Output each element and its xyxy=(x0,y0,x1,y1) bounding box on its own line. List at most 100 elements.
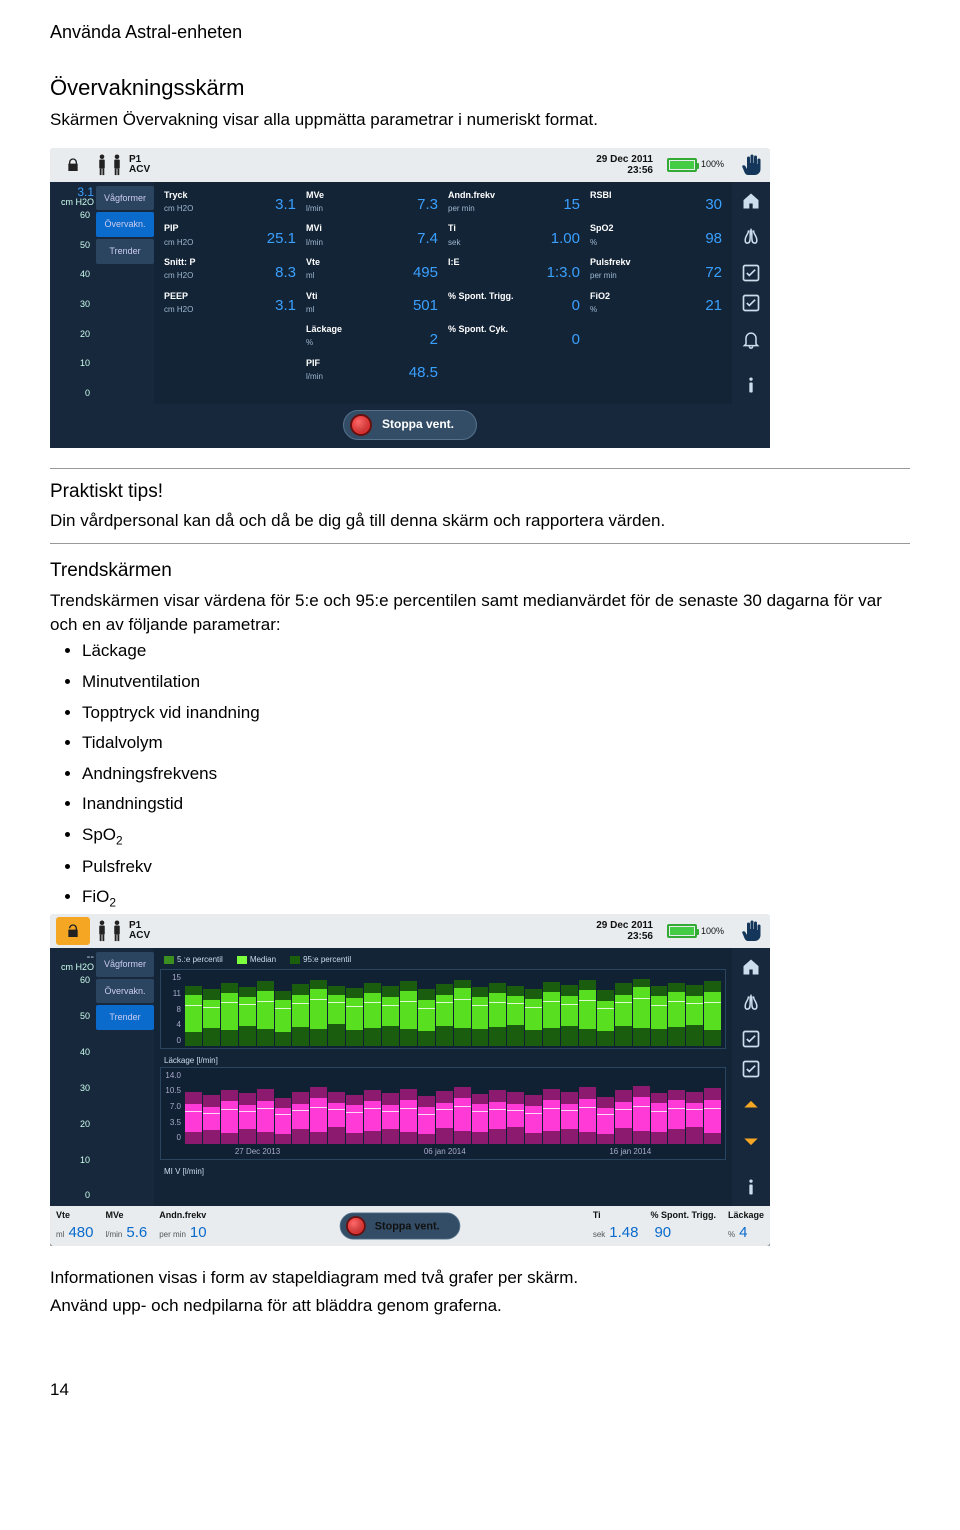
right-icon-rail-2 xyxy=(732,948,770,1206)
parameter-cell: Vtiml501 xyxy=(302,287,442,319)
stop-indicator-icon-2 xyxy=(346,1216,366,1236)
readout-cell: % Spont. Trigg.90 xyxy=(644,1207,722,1245)
lungs-icon-2[interactable] xyxy=(738,990,764,1016)
stop-vent-button-2[interactable]: Stoppa vent. xyxy=(339,1213,460,1240)
home-icon[interactable] xyxy=(738,188,764,214)
tab-waveforms[interactable]: Vågformer xyxy=(96,186,154,211)
battery-percent-2: 100% xyxy=(701,925,724,938)
trend-chart-bottom: 14.010.57.03.50 27 Dec 201306 jan 201416… xyxy=(160,1067,726,1160)
parameter-cell: I:E1:3.0 xyxy=(444,253,584,285)
up-arrow-icon[interactable] xyxy=(738,1092,764,1118)
parameter-list: LäckageMinutventilationTopptryck vid ina… xyxy=(50,636,910,914)
info-icon[interactable] xyxy=(738,372,764,398)
down-arrow-icon[interactable] xyxy=(738,1128,764,1154)
parameter-cell: Pulsfrekvper min72 xyxy=(586,253,726,285)
trend-body: Trendskärmen visar värdena för 5:e och 9… xyxy=(50,589,910,637)
device-topbar: P1 ACV 29 Dec 2011 23:56 100% xyxy=(50,148,770,182)
intro-paragraph: Skärmen Övervakning visar alla uppmätta … xyxy=(50,108,910,132)
bell-icon[interactable] xyxy=(738,326,764,352)
checkbox-2-icon[interactable] xyxy=(738,290,764,316)
list-item: SpO2 xyxy=(82,820,910,852)
tab-waveforms-2[interactable]: Vågformer xyxy=(96,952,154,977)
parameter-cell: Tisek1.00 xyxy=(444,219,584,251)
chart-legend: 5.:e percentil Median 95:e percentil xyxy=(160,952,726,969)
list-item: Inandningstid xyxy=(82,789,910,820)
device-trends-screenshot: P1 ACV 29 Dec 2011 23:56 100% -- cm H2O … xyxy=(50,914,770,1246)
readout-cell: Läckage%4 xyxy=(722,1207,770,1245)
list-item: Minutventilation xyxy=(82,667,910,698)
pressure-yaxis-2: -- cm H2O 6050403020100 xyxy=(50,948,96,1206)
trend-heading: Trendskärmen xyxy=(50,558,910,585)
datetime-display: 29 Dec 2011 23:56 xyxy=(596,154,653,176)
right-icon-rail xyxy=(732,182,770,404)
home-icon-2[interactable] xyxy=(738,954,764,980)
parameter-cell xyxy=(444,354,584,386)
info-icon-2[interactable] xyxy=(738,1174,764,1200)
checkbox-2-icon-2[interactable] xyxy=(738,1056,764,1082)
battery-icon xyxy=(667,158,697,172)
stop-indicator-icon xyxy=(350,414,372,436)
tab-trends[interactable]: Trender xyxy=(96,239,154,264)
parameter-grid: Tryckcm H2O3.1MVel/min7.3Andn.frekvper m… xyxy=(154,182,732,404)
parameter-cell: MVil/min7.4 xyxy=(302,219,442,251)
parameter-cell: Vteml495 xyxy=(302,253,442,285)
tab-trends-2[interactable]: Trender xyxy=(96,1005,154,1030)
parameter-cell: % Spont. Cyk.0 xyxy=(444,320,584,352)
page-number: 14 xyxy=(50,1378,910,1402)
list-item: FiO2 xyxy=(82,882,910,914)
after-chart-p2: Använd upp- och nedpilarna för att blädd… xyxy=(50,1294,910,1318)
page-header: Använda Astral-enheten xyxy=(50,20,910,45)
pressure-yaxis: 3.1 cm H2O 6050403020100 xyxy=(50,182,96,404)
parameter-cell: Snitt: Pcm H2O8.3 xyxy=(160,253,300,285)
after-chart-p1: Informationen visas i form av stapeldiag… xyxy=(50,1266,910,1290)
readout-cell: MVel/min5.6 xyxy=(99,1207,153,1245)
tips-body: Din vårdpersonal kan då och då be dig gå… xyxy=(50,509,910,533)
parameter-cell: MVel/min7.3 xyxy=(302,186,442,218)
parameter-cell: Tryckcm H2O3.1 xyxy=(160,186,300,218)
unlock-icon[interactable] xyxy=(56,917,90,945)
parameter-cell: % Spont. Trigg.0 xyxy=(444,287,584,319)
device-topbar-2: P1 ACV 29 Dec 2011 23:56 100% xyxy=(50,914,770,948)
list-item: Andningsfrekvens xyxy=(82,759,910,790)
hand-icon-2[interactable] xyxy=(740,919,764,943)
parameter-cell xyxy=(160,354,300,386)
tab-monitor[interactable]: Övervakn. xyxy=(96,212,154,237)
chart2-title: Läckage [l/min] xyxy=(160,1053,726,1066)
list-item: Pulsfrekv xyxy=(82,852,910,883)
tab-monitor-2[interactable]: Övervakn. xyxy=(96,979,154,1004)
lock-icon[interactable] xyxy=(56,151,90,179)
parameter-cell: PEEPcm H2O3.1 xyxy=(160,287,300,319)
chart3-title: MI V [l/min] xyxy=(160,1164,726,1177)
list-item: Topptryck vid inandning xyxy=(82,698,910,729)
device-monitor-screenshot: P1 ACV 29 Dec 2011 23:56 100% 3.1 cm H2O… xyxy=(50,148,770,448)
stop-vent-button[interactable]: Stoppa vent. xyxy=(343,410,477,440)
readout-cell: Andn.frekvper min10 xyxy=(153,1207,212,1245)
hand-icon[interactable] xyxy=(740,153,764,177)
parameter-cell: PIFl/min48.5 xyxy=(302,354,442,386)
program-label-2: P1 ACV xyxy=(129,921,150,941)
view-tabs-2: Vågformer Övervakn. Trender xyxy=(96,948,154,1206)
parameter-cell: SpO2%98 xyxy=(586,219,726,251)
parameter-cell xyxy=(160,320,300,352)
readout-cell: Tisek1.48 xyxy=(587,1207,645,1245)
parameter-cell: FiO2%21 xyxy=(586,287,726,319)
parameter-cell: RSBI30 xyxy=(586,186,726,218)
view-tabs: Vågformer Övervakn. Trender xyxy=(96,182,154,404)
battery-percent: 100% xyxy=(701,158,724,171)
battery-icon-2 xyxy=(667,924,697,938)
checkbox-1-icon[interactable] xyxy=(738,260,764,286)
checkbox-1-icon-2[interactable] xyxy=(738,1026,764,1052)
parameter-cell: Andn.frekvper min15 xyxy=(444,186,584,218)
patient-icon xyxy=(96,154,123,176)
patient-icon-2 xyxy=(96,920,123,942)
program-label: P1 ACV xyxy=(129,155,150,175)
trend-charts-panel: 5.:e percentil Median 95:e percentil 151… xyxy=(154,948,732,1206)
parameter-cell xyxy=(586,320,726,352)
lungs-icon[interactable] xyxy=(738,224,764,250)
parameter-cell: Läckage%2 xyxy=(302,320,442,352)
list-item: Tidalvolym xyxy=(82,728,910,759)
parameter-cell xyxy=(586,354,726,386)
bottom-readout-bar: Vteml480MVel/min5.6Andn.frekvper min10St… xyxy=(50,1206,770,1246)
datetime-display-2: 29 Dec 2011 23:56 xyxy=(596,920,653,942)
trend-chart-top: 1511840 xyxy=(160,969,726,1049)
